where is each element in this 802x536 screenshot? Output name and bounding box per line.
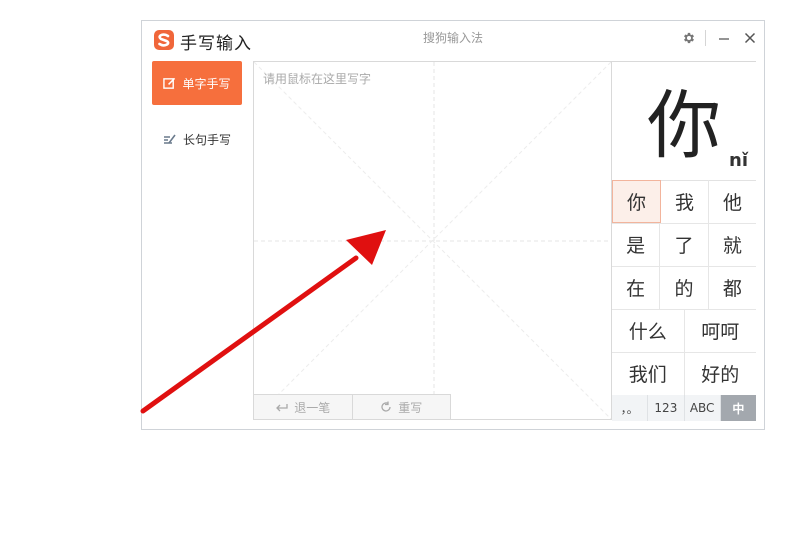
- candidate-item[interactable]: 是: [612, 223, 661, 266]
- handwriting-lines-icon: [163, 133, 177, 145]
- undo-stroke-label: 退一笔: [294, 400, 331, 415]
- rewrite-button[interactable]: 重写: [352, 394, 451, 420]
- minimize-button[interactable]: [713, 27, 735, 49]
- candidate-item[interactable]: 呵呵: [685, 309, 757, 352]
- candidate-item[interactable]: 都: [709, 266, 756, 309]
- close-button[interactable]: [739, 27, 761, 49]
- candidate-item[interactable]: 我们: [612, 352, 685, 395]
- mode-long-sentence[interactable]: 长句手写: [152, 117, 242, 161]
- handwriting-window: 手写输入 搜狗输入法 单字手写 长句手写 请用鼠标在这里写字 退一笔 重写 你 …: [141, 20, 765, 430]
- candidate-item[interactable]: 什么: [612, 309, 685, 352]
- settings-gear-icon[interactable]: [678, 27, 700, 49]
- candidate-item[interactable]: 他: [709, 180, 756, 223]
- number-mode-button[interactable]: 123: [648, 395, 685, 421]
- preview-pinyin: nǐ: [729, 150, 748, 171]
- input-mode-bar: ，。 123 ABC 中: [612, 395, 756, 421]
- rewrite-icon: [380, 401, 392, 413]
- candidate-panel: 你 nǐ 你 我 他 是 了 就 在 的 都 什么 呵呵 我们 好的 ，。 12…: [612, 61, 756, 421]
- candidate-row: 什么 呵呵: [612, 309, 756, 353]
- candidate-item[interactable]: 我: [661, 180, 709, 223]
- mode-single-char[interactable]: 单字手写: [152, 61, 242, 105]
- candidate-item[interactable]: 好的: [685, 352, 757, 395]
- candidate-item[interactable]: 在: [612, 266, 661, 309]
- canvas-guide-lines: [254, 62, 611, 419]
- mode-sidebar: 单字手写 长句手写: [142, 59, 252, 429]
- candidate-row: 你 我 他: [612, 180, 756, 224]
- candidate-row: 我们 好的: [612, 352, 756, 395]
- candidate-row: 在 的 都: [612, 266, 756, 310]
- mode-label: 单字手写: [182, 76, 231, 91]
- mode-label: 长句手写: [182, 132, 231, 147]
- chinese-mode-button[interactable]: 中: [720, 395, 756, 421]
- rewrite-label: 重写: [398, 400, 423, 415]
- undo-arrow-icon: [275, 402, 288, 412]
- title-bar: 手写输入 搜狗输入法: [142, 21, 764, 59]
- punctuation-mode-button[interactable]: ，。: [612, 395, 649, 421]
- candidate-item[interactable]: 就: [709, 223, 756, 266]
- canvas-placeholder: 请用鼠标在这里写字: [263, 72, 372, 86]
- ime-name: 搜狗输入法: [422, 31, 483, 45]
- candidate-item[interactable]: 的: [660, 266, 709, 309]
- candidate-item[interactable]: 你: [612, 180, 661, 223]
- edit-icon: [163, 77, 176, 90]
- english-mode-button[interactable]: ABC: [684, 395, 721, 421]
- character-preview: 你 nǐ: [612, 62, 756, 181]
- handwriting-canvas[interactable]: 请用鼠标在这里写字: [253, 61, 612, 420]
- titlebar-divider: [705, 30, 706, 46]
- canvas-actions: 退一笔 重写: [253, 394, 451, 420]
- undo-stroke-button[interactable]: 退一笔: [253, 394, 353, 420]
- candidate-row: 是 了 就: [612, 223, 756, 267]
- candidate-item[interactable]: 了: [660, 223, 709, 266]
